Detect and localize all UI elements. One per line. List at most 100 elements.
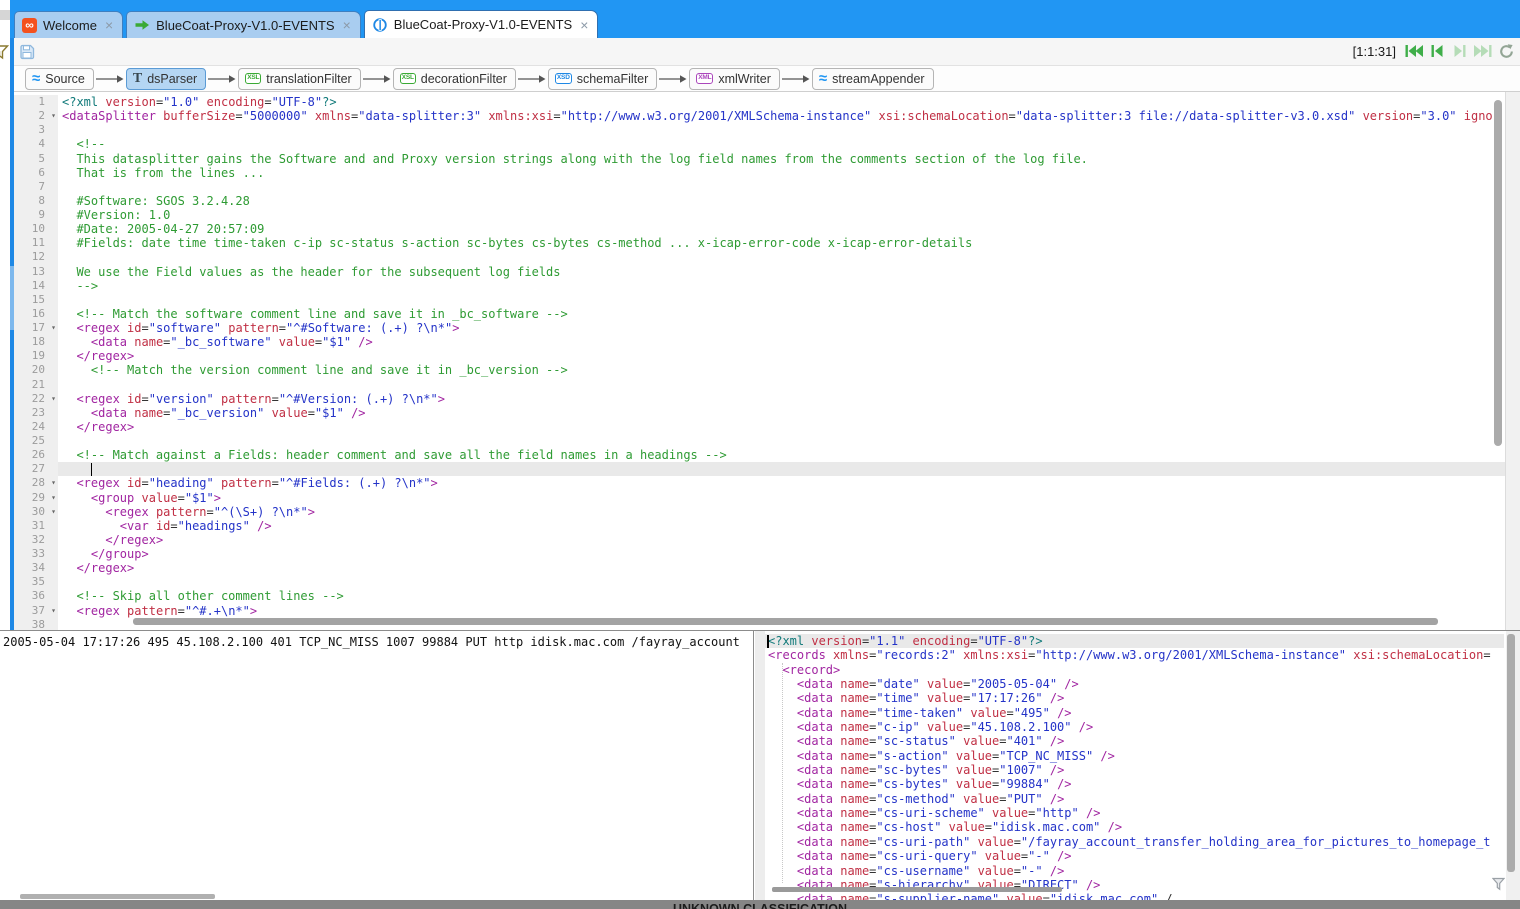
source-data-pane[interactable]: 2005-05-04 17:17:26 495 45.108.2.100 401…: [0, 631, 754, 900]
xsl-icon: XSL: [245, 73, 261, 84]
fold-toggle-icon[interactable]: ▾: [51, 476, 56, 490]
line-number: 3: [14, 123, 58, 137]
fold-toggle-icon[interactable]: ▾: [51, 604, 56, 618]
code-line: 7: [14, 180, 1505, 194]
tab-close-icon[interactable]: ×: [105, 20, 113, 30]
stream-icon: ≈: [819, 74, 827, 84]
output-line: <data name="sc-bytes" value="1007" />: [765, 763, 1504, 777]
line-number: 10: [14, 222, 58, 236]
code-line: 4 <!--: [14, 137, 1505, 151]
output-data-pane[interactable]: <?xml version="1.1" encoding="UTF-8"?><r…: [765, 631, 1504, 900]
output-line: <records xmlns="records:2" xmlns:xsi="ht…: [765, 648, 1504, 662]
step-forward-button[interactable]: [1450, 42, 1470, 60]
code-line: 24 </regex>: [14, 420, 1505, 434]
line-number: 25: [14, 434, 58, 448]
tab-bluecoat-proxy-v1-0-events-2[interactable]: BlueCoat-Proxy-V1.0-EVENTS×: [364, 10, 599, 38]
step-last-button[interactable]: [1473, 42, 1493, 60]
source-pane-scroll-track[interactable]: [755, 631, 765, 900]
code-line: 16 <!-- Match the software comment line …: [14, 307, 1505, 321]
line-number: 37▾: [14, 604, 58, 618]
pipeline-element-translationFilter[interactable]: XSLtranslationFilter: [238, 68, 361, 90]
stepping-controls: [1:1:31]: [1353, 42, 1516, 60]
stroom-icon: ∞: [22, 18, 37, 33]
line-number: 8: [14, 194, 58, 208]
line-number: 34: [14, 561, 58, 575]
code-line: 31 <var id="headings" />: [14, 519, 1505, 533]
fold-toggle-icon[interactable]: ▾: [51, 321, 56, 335]
fold-toggle-icon[interactable]: ▾: [51, 491, 56, 505]
pipeline-element-label: schemaFilter: [577, 72, 649, 86]
pipeline-element-label: xmlWriter: [718, 72, 771, 86]
pipeline-arrow-icon: [518, 74, 546, 84]
output-line: <data name="sc-status" value="401" />: [765, 734, 1504, 748]
code-line: 36 <!-- Skip all other comment lines -->: [14, 589, 1505, 603]
tab-bluecoat-proxy-v1-0-events-1[interactable]: BlueCoat-Proxy-V1.0-EVENTS×: [126, 11, 361, 38]
pipeline-element-xmlWriter[interactable]: XMLxmlWriter: [689, 68, 780, 90]
line-number: 22▾: [14, 392, 58, 406]
pipeline-toolbar: [1:1:31]: [14, 38, 1520, 66]
line-number: 13: [14, 265, 58, 279]
line-number: 31: [14, 519, 58, 533]
tab-strip: ∞Welcome×BlueCoat-Proxy-V1.0-EVENTS×Blue…: [14, 10, 598, 38]
output-line: <data name="s-action" value="TCP_NC_MISS…: [765, 749, 1504, 763]
line-number: 23: [14, 406, 58, 420]
output-vertical-scrollbar[interactable]: [1507, 634, 1515, 872]
data-splitter-editor[interactable]: 1<?xml version="1.0" encoding="UTF-8"?> 2…: [14, 92, 1505, 630]
output-line: <record>: [765, 663, 1504, 677]
pipeline-arrow-icon: [363, 74, 391, 84]
pipeline-element-streamAppender[interactable]: ≈ streamAppender: [812, 68, 934, 90]
line-number: 38: [14, 618, 58, 630]
code-line: 23 <data name="_bc_version" value="$1" /…: [14, 406, 1505, 420]
pipeline-element-Source[interactable]: ≈Source: [25, 68, 94, 90]
fold-toggle-icon[interactable]: ▾: [51, 392, 56, 406]
editor-right-gutter: [1505, 92, 1520, 630]
code-line: 18 <data name="_bc_software" value="$1" …: [14, 335, 1505, 349]
output-line: <data name="cs-bytes" value="99884" />: [765, 777, 1504, 791]
fold-toggle-icon[interactable]: ▾: [51, 505, 56, 519]
line-number: 12: [14, 250, 58, 264]
text-cursor: [91, 463, 93, 476]
line-number: 18: [14, 335, 58, 349]
output-line: <data name="cs-uri-scheme" value="http" …: [765, 806, 1504, 820]
step-back-button[interactable]: [1427, 42, 1447, 60]
code-line: 26 <!-- Match against a Fields: header c…: [14, 448, 1505, 462]
pipeline-arrow-icon: [782, 74, 810, 84]
code-line: 8 #Software: SGOS 3.2.4.28: [14, 194, 1505, 208]
explorer-filter-icon[interactable]: [0, 44, 9, 60]
output-line: <data name="c-ip" value="45.108.2.100" /…: [765, 720, 1504, 734]
pipeline-element-decorationFilter[interactable]: XSLdecorationFilter: [393, 68, 516, 90]
pipeline-element-schemaFilter[interactable]: XSDschemaFilter: [548, 68, 657, 90]
tab-close-icon[interactable]: ×: [343, 20, 351, 30]
pipeline-element-dsParser[interactable]: TdsParser: [126, 68, 206, 90]
output-line: <data name="date" value="2005-05-04" />: [765, 677, 1504, 691]
pipeline-arrow-icon: [96, 74, 124, 84]
code-line: 15: [14, 293, 1505, 307]
tab-welcome-0[interactable]: ∞ Welcome ×: [14, 11, 123, 38]
code-line: 33 </group>: [14, 547, 1505, 561]
line-number: 27: [14, 462, 58, 476]
output-horizontal-scrollbar[interactable]: [772, 887, 1062, 892]
editor-horizontal-scrollbar[interactable]: [133, 618, 1438, 625]
pipeline-element-label: Source: [45, 72, 85, 86]
output-line: <data name="cs-method" value="PUT" />: [765, 792, 1504, 806]
line-number: 17▾: [14, 321, 58, 335]
code-line: 20 <!-- Match the version comment line a…: [14, 363, 1505, 377]
code-line: 35: [14, 575, 1505, 589]
save-icon[interactable]: [18, 43, 36, 61]
code-line: 1<?xml version="1.0" encoding="UTF-8"?>: [14, 95, 1505, 109]
line-number: 15: [14, 293, 58, 307]
tab-label: Welcome: [43, 18, 97, 33]
pipeline-icon: [372, 17, 388, 33]
code-line: 37▾ <regex pattern="^#.+\n*">: [14, 604, 1505, 618]
editor-vertical-scrollbar[interactable]: [1494, 100, 1502, 446]
line-number: 7: [14, 180, 58, 194]
pipeline-element-label: streamAppender: [832, 72, 924, 86]
output-filter-icon[interactable]: [1492, 877, 1505, 891]
step-first-button[interactable]: [1404, 42, 1424, 60]
fold-toggle-icon[interactable]: ▾: [51, 109, 56, 123]
tab-close-icon[interactable]: ×: [580, 20, 588, 30]
stroom-app-window: ∞Welcome×BlueCoat-Proxy-V1.0-EVENTS×Blue…: [0, 0, 1520, 909]
refresh-button[interactable]: [1496, 42, 1516, 60]
source-horizontal-scrollbar[interactable]: [20, 894, 215, 899]
line-number: 5: [14, 152, 58, 166]
